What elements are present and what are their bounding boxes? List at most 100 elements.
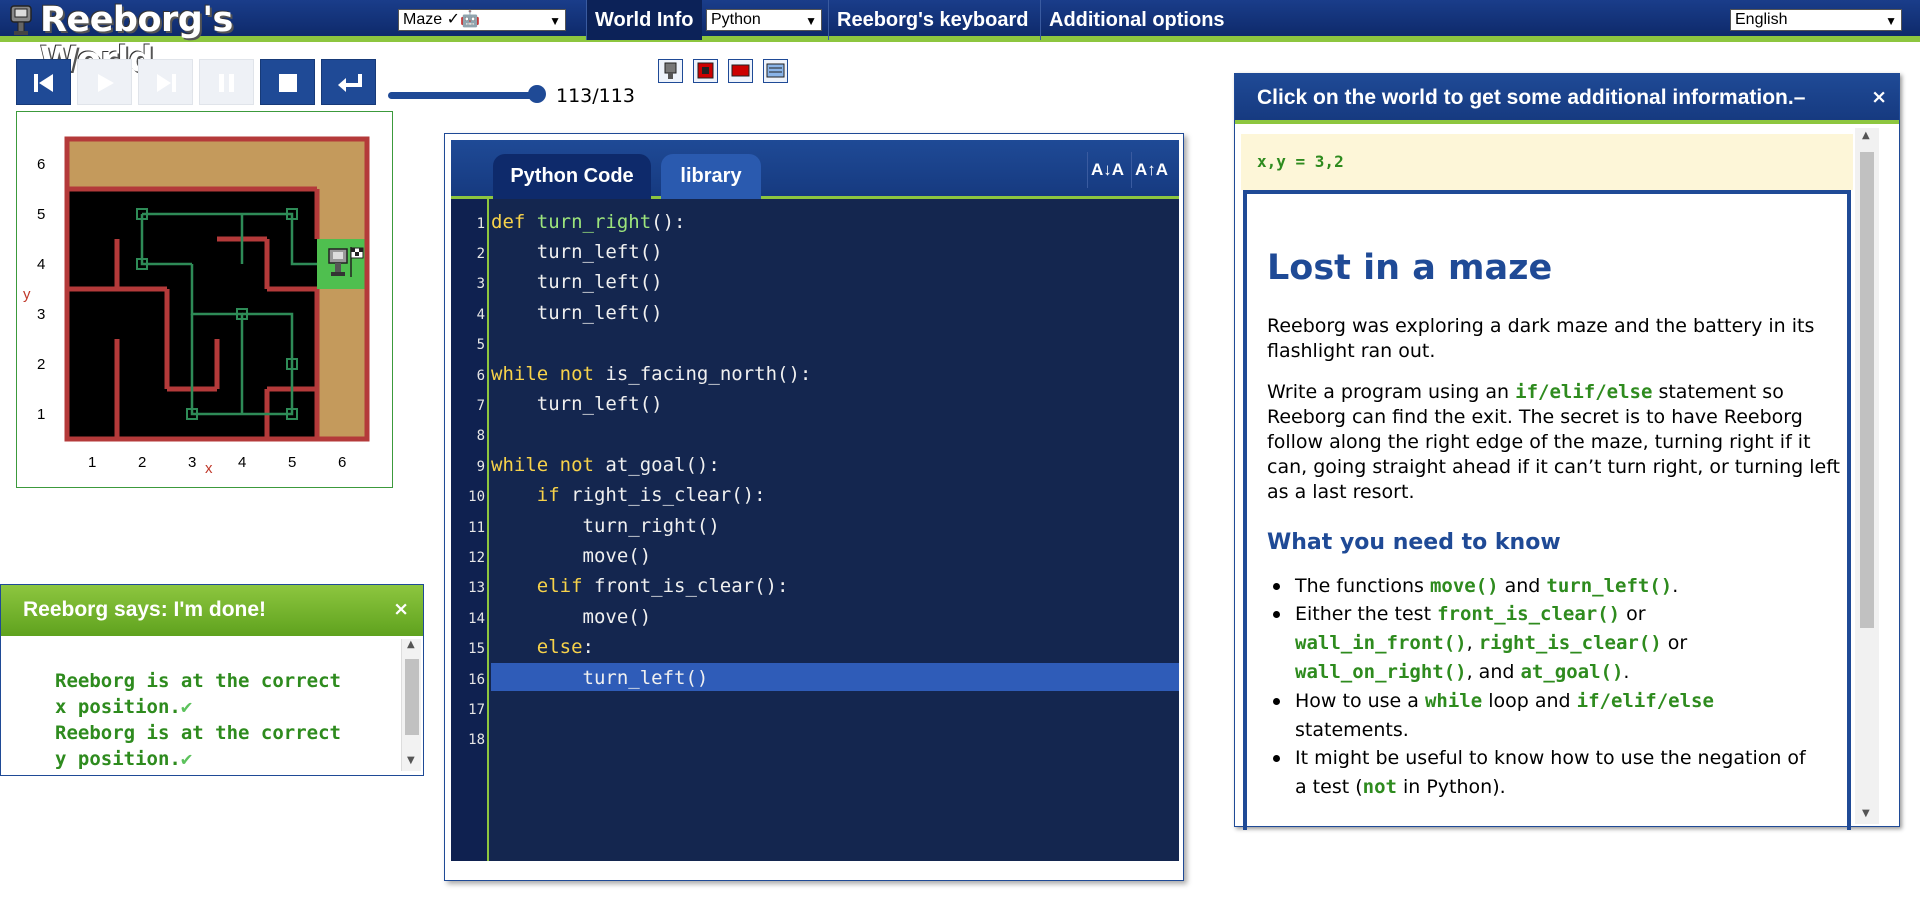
close-icon[interactable]: × xyxy=(393,598,409,620)
x-tick: 4 xyxy=(238,454,247,471)
step-counter: 113/113 xyxy=(556,85,635,107)
pause-button[interactable] xyxy=(199,59,254,105)
description-paragraph: Reeborg was exploring a dark maze and th… xyxy=(1267,315,1815,362)
line-number: 9 xyxy=(476,459,485,475)
line-number: 10 xyxy=(468,489,485,505)
tab-library[interactable]: library xyxy=(661,154,761,199)
y-tick: 1 xyxy=(37,406,46,423)
scrollbar-thumb[interactable] xyxy=(1860,152,1874,628)
frame-slider-handle[interactable] xyxy=(528,85,546,103)
chevron-down-icon: ▼ xyxy=(805,14,817,28)
line-number: 4 xyxy=(476,307,485,323)
message-line: Reeborg is at the correct xyxy=(55,670,341,692)
section-heading: What you need to know xyxy=(1267,530,1561,555)
list-item: The functions move() and turn_left(). xyxy=(1273,572,1815,601)
x-tick: 6 xyxy=(338,454,347,471)
line-number: 7 xyxy=(476,398,485,414)
reeborg-keyboard-button[interactable]: Reeborg's keyboard xyxy=(828,0,1036,40)
y-tick: 4 xyxy=(37,256,46,273)
line-number: 8 xyxy=(476,428,485,444)
line-number: 13 xyxy=(468,580,485,596)
list-item: How to use a while loop and if/elif/else… xyxy=(1273,687,1815,745)
world-canvas[interactable]: 6 5 4 3 2 1 y 1 2 3 4 5 6 x xyxy=(16,111,393,488)
description-paragraph: Write a program using an if/elif/else st… xyxy=(1267,381,1840,503)
watch-variables-icon[interactable] xyxy=(728,59,753,83)
message-line: x position.✔ xyxy=(55,696,193,718)
top-menu-bar: Reeborg's World Maze ✓🤖 ▼ World Info Pyt… xyxy=(0,0,1920,80)
locale-select-value: English xyxy=(1735,11,1788,28)
line-number: 12 xyxy=(468,550,485,566)
play-icon xyxy=(98,74,114,92)
list-item: Either the test front_is_clear() or wall… xyxy=(1273,600,1815,687)
checkmark-icon: ✔ xyxy=(180,696,193,718)
world-select[interactable]: Maze ✓🤖 ▼ xyxy=(398,9,566,31)
dialog-title: Click on the world to get some additiona… xyxy=(1257,86,1806,109)
language-select-value: Python xyxy=(711,11,761,28)
scroll-down-icon: ▼ xyxy=(1862,808,1870,819)
editor-tab-bar: Python Code library A↓A A↑A xyxy=(451,140,1179,199)
additional-options-button[interactable]: Additional options xyxy=(1040,0,1233,40)
world-description: Lost in a maze Reeborg was exploring a d… xyxy=(1243,190,1851,830)
x-tick: 5 xyxy=(288,454,297,471)
stop-icon xyxy=(279,74,297,92)
scroll-down-icon: ▼ xyxy=(407,755,415,766)
world-info-button[interactable]: World Info xyxy=(586,0,702,40)
step-forward-icon xyxy=(157,74,176,92)
line-number: 6 xyxy=(476,368,485,384)
y-tick: 6 xyxy=(37,156,46,173)
return-arrow-icon xyxy=(338,74,362,92)
line-number: 18 xyxy=(468,732,485,748)
coordinates-readout: x,y = 3,2 xyxy=(1241,134,1853,190)
y-tick: 3 xyxy=(37,306,46,323)
scrollbar-thumb[interactable] xyxy=(405,659,419,735)
dialog-header[interactable]: Reeborg says: I'm done! × xyxy=(1,585,423,636)
code-editor[interactable]: 1 2 3 4 5 6 7 8 9 10 11 12 13 14 15 16 1… xyxy=(451,199,1179,861)
tab-python-code[interactable]: Python Code xyxy=(493,154,651,199)
list-item: It might be useful to know how to use th… xyxy=(1273,744,1815,802)
editor-layout-icon[interactable] xyxy=(763,59,788,83)
decrease-font-button[interactable]: A↓A xyxy=(1087,152,1127,188)
robot-model-icon[interactable] xyxy=(658,59,683,83)
locale-select[interactable]: English ▼ xyxy=(1730,9,1902,31)
chevron-down-icon: ▼ xyxy=(1885,14,1897,28)
line-number: 14 xyxy=(468,611,485,627)
world-info-dialog: Click on the world to get some additiona… xyxy=(1234,73,1900,830)
reverse-step-button[interactable] xyxy=(321,59,376,105)
highlight-toggle-icon[interactable] xyxy=(693,59,718,83)
x-axis-label: x xyxy=(205,460,213,477)
app-logo: Reeborg's World xyxy=(4,0,324,80)
message-line: Reeborg is at the correct xyxy=(55,722,341,744)
x-tick: 2 xyxy=(138,454,147,471)
y-tick: 2 xyxy=(37,356,46,373)
line-number: 16 xyxy=(468,672,485,688)
dialog-header[interactable]: Click on the world to get some additiona… xyxy=(1235,74,1899,124)
line-number: 11 xyxy=(468,520,485,536)
line-number: 2 xyxy=(476,246,485,262)
x-tick: 3 xyxy=(188,454,197,471)
message-line: y position.✔ xyxy=(55,748,193,770)
reload-button[interactable] xyxy=(16,59,71,105)
scrollbar[interactable]: ▲ ▼ xyxy=(1855,128,1879,824)
programming-language-select[interactable]: Python ▼ xyxy=(706,9,822,31)
checkmark-icon: ✔ xyxy=(180,748,193,770)
world-title: Lost in a maze xyxy=(1267,248,1553,288)
step-button[interactable] xyxy=(138,59,193,105)
scrollbar[interactable]: ▲ ▼ xyxy=(401,639,421,771)
increase-font-button[interactable]: A↑A xyxy=(1131,152,1171,188)
maze-world xyxy=(64,136,370,442)
run-button[interactable] xyxy=(77,59,132,105)
x-tick: 1 xyxy=(88,454,97,471)
line-number-gutter: 1 2 3 4 5 6 7 8 9 10 11 12 13 14 15 16 1… xyxy=(451,199,489,861)
line-number: 17 xyxy=(468,702,485,718)
y-axis-label: y xyxy=(23,286,31,303)
frame-slider[interactable] xyxy=(388,92,538,99)
world-select-value: Maze ✓🤖 xyxy=(403,11,480,28)
line-number: 1 xyxy=(476,216,485,232)
dialog-title: Reeborg says: I'm done! xyxy=(23,598,267,621)
stop-button[interactable] xyxy=(260,59,315,105)
line-number: 15 xyxy=(468,641,485,657)
dialog-message: Reeborg is at the correct x position.✔ R… xyxy=(55,668,395,772)
y-tick: 5 xyxy=(37,206,46,223)
line-number: 3 xyxy=(476,276,485,292)
close-icon[interactable]: × xyxy=(1871,86,1887,108)
